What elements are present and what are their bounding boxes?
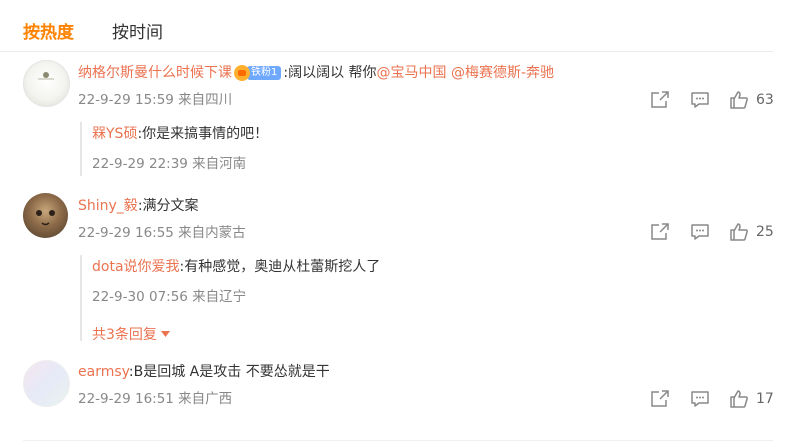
reply-button[interactable] [690, 390, 710, 408]
comment-username[interactable]: 纳格尔斯曼什么时候下课 [78, 65, 232, 81]
share-icon [651, 91, 669, 108]
comment-meta: 22-9-29 16:55 来自内蒙古 [78, 225, 246, 241]
comment-actions: 63 [650, 89, 785, 111]
comment-icon [691, 391, 709, 407]
comment-text: earmsy:B是回城 A是攻击 不要怂就是干 [78, 364, 330, 380]
comment-actions: 17 [650, 388, 785, 410]
comment-actions: 25 [650, 221, 785, 243]
mention-link[interactable]: @宝马中国 [377, 65, 447, 81]
reply-button[interactable] [690, 91, 710, 109]
like-button[interactable]: 63 [730, 91, 774, 109]
comment-text: Shiny_毅:满分文案 [78, 198, 199, 214]
reply-button[interactable] [690, 223, 710, 241]
thumbs-up-icon [730, 390, 748, 408]
reply-meta: 22-9-29 22:39 来自河南 [92, 156, 247, 172]
comment-meta: 22-9-29 16:51 来自广西 [78, 391, 233, 407]
comment-username[interactable]: Shiny_毅 [78, 198, 138, 214]
reply-username[interactable]: dota说你爱我 [92, 259, 180, 275]
thumbs-up-icon [730, 223, 748, 241]
share-button[interactable] [650, 91, 670, 109]
reply-block: dota说你爱我:有种感觉，奥迪从杜蕾斯挖人了 22-9-30 07:56 来自… [80, 255, 381, 344]
like-count: 63 [756, 92, 774, 108]
tab-by-time[interactable]: 按时间 [112, 18, 163, 46]
fan-badge[interactable]: 铁粉1 [234, 65, 282, 81]
comment-text: 纳格尔斯曼什么时候下课 铁粉1:阔以阔以 帮你@宝马中国 @梅赛德斯-奔驰 [78, 65, 555, 81]
reply-username[interactable]: 槑YS硕 [92, 126, 137, 142]
avatar[interactable] [23, 193, 68, 238]
share-button[interactable] [650, 390, 670, 408]
comment-meta: 22-9-29 15:59 来自四川 [78, 92, 233, 108]
reply-text: 槑YS硕:你是来搞事情的吧！ [92, 126, 269, 142]
share-button[interactable] [650, 223, 670, 241]
reply-block: 槑YS硕:你是来搞事情的吧！ 22-9-29 22:39 来自河南 [80, 122, 268, 176]
comment-username[interactable]: earmsy [78, 364, 129, 380]
like-count: 25 [756, 224, 774, 240]
share-icon [651, 390, 669, 407]
tab-by-hot[interactable]: 按热度 [23, 18, 74, 46]
like-button[interactable]: 25 [730, 223, 774, 241]
reply-meta: 22-9-30 07:56 来自辽宁 [92, 289, 247, 305]
thumbs-up-icon [730, 91, 748, 109]
like-button[interactable]: 17 [730, 390, 774, 408]
avatar[interactable] [23, 360, 70, 407]
sort-tabs: 按热度 按时间 [23, 18, 163, 46]
more-replies-link[interactable]: 共3条回复 [92, 324, 170, 344]
bottom-divider [23, 440, 773, 441]
caret-down-icon [160, 331, 170, 337]
crown-icon [234, 65, 250, 81]
tabs-divider [0, 51, 773, 52]
share-icon [651, 223, 669, 240]
comment-icon [691, 92, 709, 108]
reply-text: dota说你爱我:有种感觉，奥迪从杜蕾斯挖人了 [92, 259, 381, 275]
mention-link[interactable]: @梅赛德斯-奔驰 [451, 65, 554, 81]
like-count: 17 [756, 391, 774, 407]
avatar[interactable] [23, 60, 70, 107]
comment-icon [691, 224, 709, 240]
